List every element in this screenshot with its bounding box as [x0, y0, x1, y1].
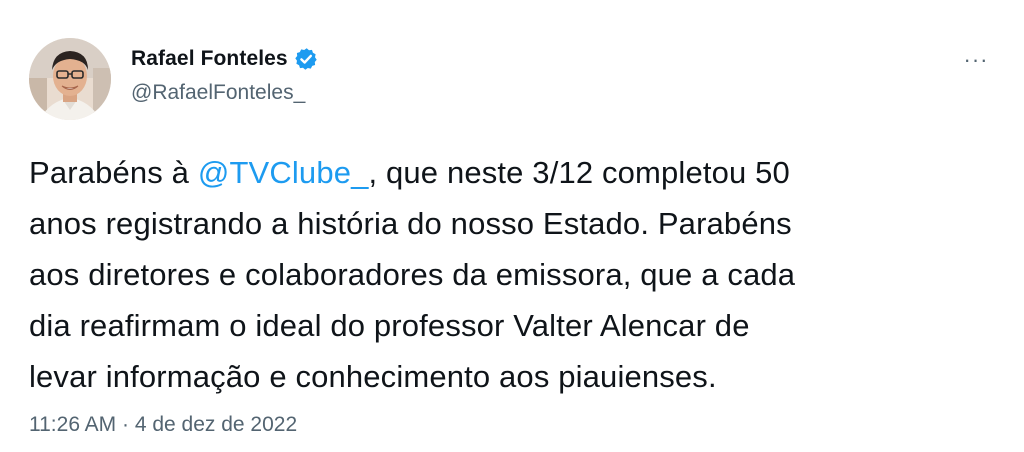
- mention-link[interactable]: @TVClube_: [198, 155, 369, 190]
- tweet-line: Parabéns à @TVClube_, que neste 3/12 com…: [29, 147, 999, 198]
- timestamp-separator: ·: [116, 413, 135, 436]
- avatar-photo: [29, 38, 111, 120]
- tweet-line: anos registrando a história do nosso Est…: [29, 206, 792, 241]
- tweet-line-start: Parabéns à: [29, 155, 198, 190]
- timestamp-date[interactable]: 4 de dez de 2022: [135, 413, 297, 436]
- more-options-button[interactable]: ···: [958, 48, 994, 72]
- verified-badge-icon: [294, 47, 318, 71]
- timestamp-time[interactable]: 11:26 AM: [29, 413, 116, 436]
- tweet-timestamp: 11:26 AM · 4 de dez de 2022: [29, 413, 297, 437]
- tweet-line: dia reafirmam o ideal do professor Valte…: [29, 308, 750, 343]
- avatar[interactable]: [29, 38, 111, 120]
- tweet-line: aos diretores e colaboradores da emissor…: [29, 257, 796, 292]
- user-info: Rafael Fonteles @RafaelFonteles_: [131, 42, 318, 105]
- tweet-card: Rafael Fonteles @RafaelFonteles_ ··· Par…: [0, 0, 1024, 452]
- tweet-line-end: , que neste 3/12 completou 50: [368, 155, 790, 190]
- user-handle[interactable]: @RafaelFonteles_: [131, 81, 318, 105]
- name-row: Rafael Fonteles: [131, 42, 318, 76]
- tweet-text: Parabéns à @TVClube_, que neste 3/12 com…: [29, 147, 999, 402]
- tweet-line: levar informação e conhecimento aos piau…: [29, 359, 717, 394]
- display-name[interactable]: Rafael Fonteles: [131, 47, 288, 71]
- more-dots-icon: ···: [963, 47, 989, 72]
